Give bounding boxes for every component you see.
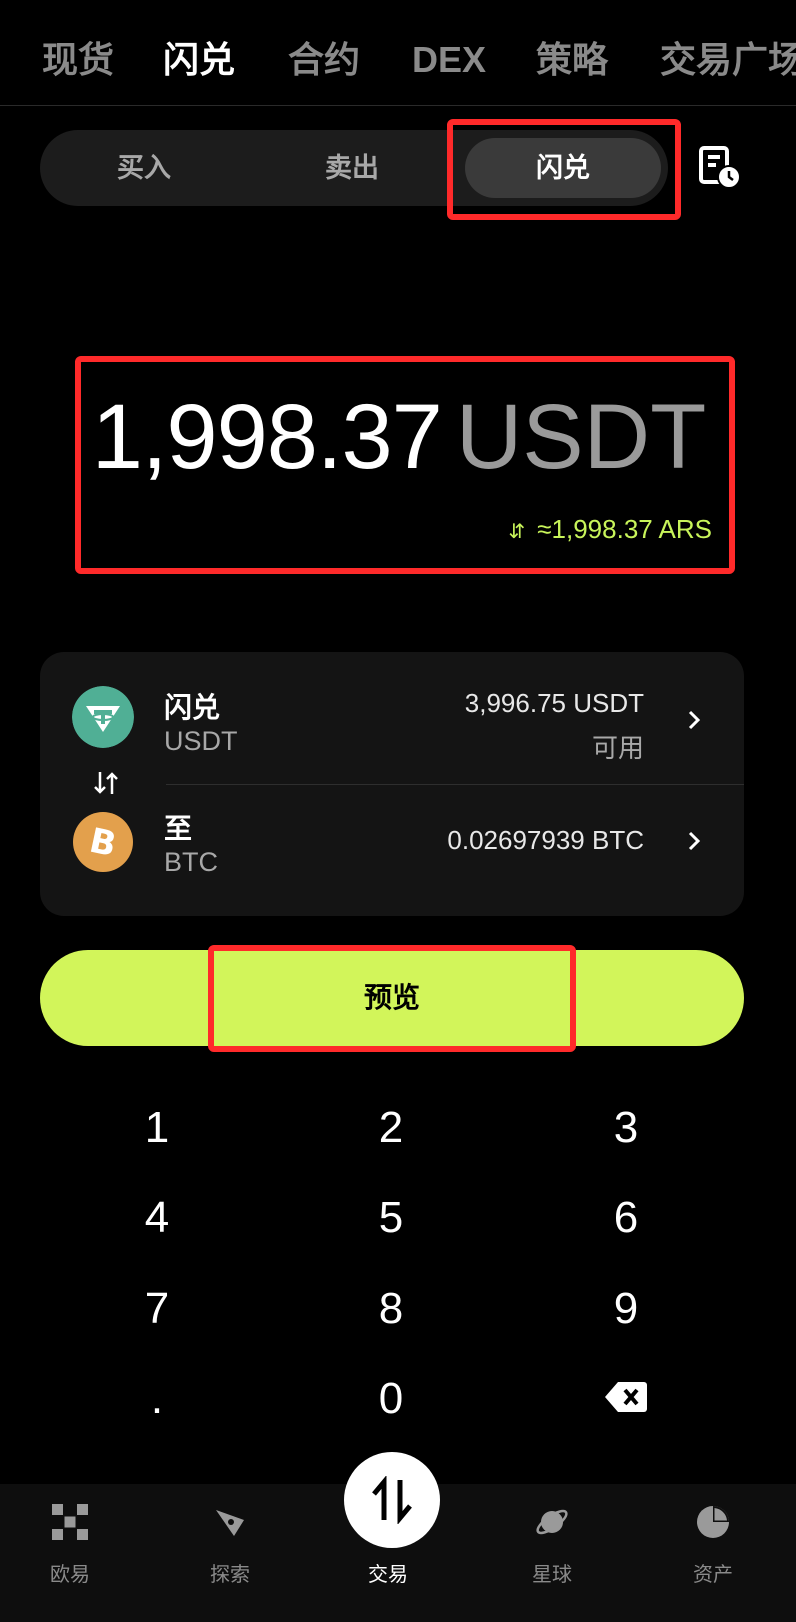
order-history-icon[interactable] bbox=[698, 146, 742, 190]
key-5[interactable]: 5 bbox=[291, 1173, 491, 1263]
segment-sell[interactable]: 卖出 bbox=[248, 130, 456, 206]
available-label: 可用 bbox=[591, 733, 644, 763]
from-symbol: USDT bbox=[164, 726, 238, 756]
okx-logo-icon bbox=[52, 1504, 88, 1540]
usdt-coin-icon bbox=[72, 686, 134, 748]
key-8[interactable]: 8 bbox=[291, 1264, 491, 1354]
tab-strategy[interactable]: 策略 bbox=[536, 36, 608, 84]
nav-planet[interactable]: 星球 bbox=[482, 1484, 622, 1622]
pie-chart-icon bbox=[697, 1506, 729, 1538]
from-label: 闪兑 bbox=[164, 692, 221, 723]
swap-card: 闪兑 USDT 3,996.75 USDT 可用 B 至 BTC 0.02697… bbox=[40, 652, 744, 916]
tab-spot[interactable]: 现货 bbox=[42, 36, 114, 84]
tab-dex[interactable]: DEX bbox=[412, 36, 486, 84]
segment-buy[interactable]: 买入 bbox=[40, 130, 248, 206]
compass-icon bbox=[216, 1510, 244, 1536]
key-decimal[interactable]: . bbox=[57, 1354, 257, 1444]
to-symbol: BTC bbox=[164, 847, 218, 877]
fiat-equivalent[interactable]: ⇵ ≈1,998.37 ARS bbox=[440, 514, 713, 545]
nav-label-trade: 交易 bbox=[368, 1564, 408, 1586]
key-7[interactable]: 7 bbox=[57, 1264, 257, 1354]
from-balance: 3,996.75 USDT bbox=[464, 688, 644, 718]
to-label: 至 bbox=[164, 813, 193, 844]
key-1[interactable]: 1 bbox=[57, 1083, 257, 1173]
nav-home[interactable]: 欧易 bbox=[0, 1484, 140, 1622]
fiat-value: ≈1,998.37 ARS bbox=[537, 514, 712, 544]
key-3[interactable]: 3 bbox=[526, 1083, 726, 1173]
from-row[interactable]: 闪兑 USDT 3,996.75 USDT 可用 bbox=[40, 652, 744, 784]
amount-display: 1,998.37 USDT bbox=[84, 385, 714, 490]
btc-coin-icon: B bbox=[73, 812, 133, 872]
planet-icon bbox=[536, 1509, 568, 1535]
trade-fab[interactable] bbox=[344, 1452, 440, 1548]
segment-convert[interactable]: 闪兑 bbox=[465, 138, 661, 198]
amount-unit[interactable]: USDT bbox=[456, 386, 706, 488]
key-4[interactable]: 4 bbox=[57, 1173, 257, 1263]
nav-explore[interactable]: 探索 bbox=[160, 1484, 300, 1622]
tab-trading-square[interactable]: 交易广场 bbox=[660, 36, 796, 84]
trade-swap-icon bbox=[372, 1476, 412, 1524]
backspace-icon[interactable] bbox=[604, 1380, 648, 1414]
preview-button[interactable]: 预览 bbox=[40, 950, 744, 1046]
nav-label-assets: 资产 bbox=[693, 1564, 733, 1586]
amount-value: 1,998.37 bbox=[91, 386, 443, 488]
key-6[interactable]: 6 bbox=[526, 1173, 726, 1263]
to-amount: 0.02697939 BTC bbox=[447, 825, 644, 855]
chevron-right-icon bbox=[688, 710, 701, 730]
nav-label-planet: 星球 bbox=[532, 1564, 572, 1586]
nav-assets[interactable]: 资产 bbox=[643, 1484, 783, 1622]
chevron-right-icon bbox=[688, 831, 701, 851]
tab-convert[interactable]: 闪兑 bbox=[163, 36, 235, 84]
key-2[interactable]: 2 bbox=[291, 1083, 491, 1173]
key-9[interactable]: 9 bbox=[526, 1264, 726, 1354]
to-row[interactable]: B 至 BTC 0.02697939 BTC bbox=[40, 785, 744, 916]
key-0[interactable]: 0 bbox=[291, 1354, 491, 1444]
top-tab-bar: 现货 闪兑 合约 DEX 策略 交易广场 bbox=[0, 0, 796, 106]
nav-label-home: 欧易 bbox=[50, 1564, 90, 1586]
swap-currency-icon: ⇵ bbox=[508, 521, 526, 543]
nav-label-explore: 探索 bbox=[210, 1564, 250, 1586]
order-type-segment: 买入 卖出 闪兑 bbox=[40, 130, 668, 206]
tab-futures[interactable]: 合约 bbox=[288, 36, 360, 84]
